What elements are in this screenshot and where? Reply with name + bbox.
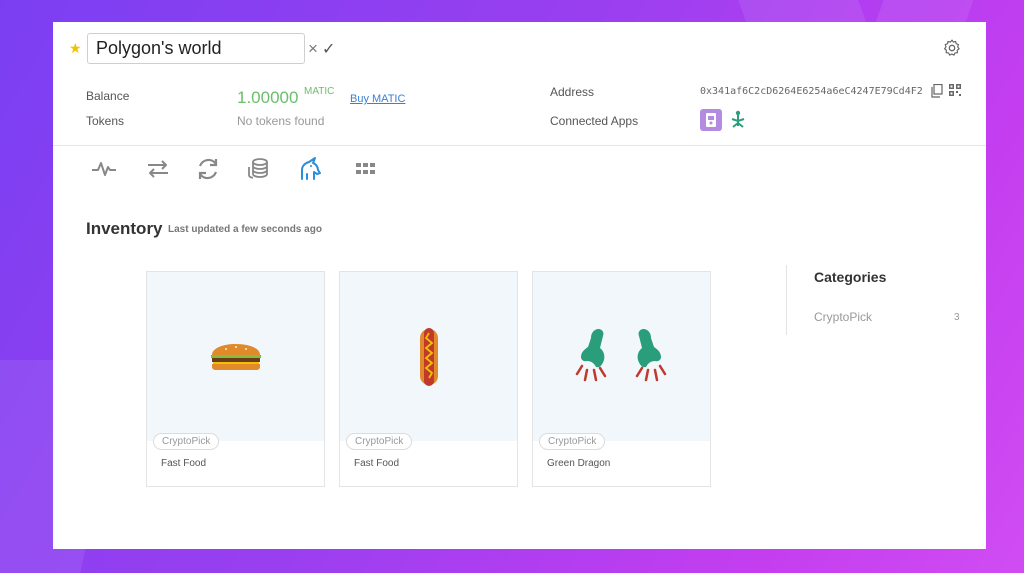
- dragon-claws-icon: [575, 328, 667, 382]
- buy-matic-link[interactable]: Buy MATIC: [350, 93, 405, 105]
- connected-apps-label: Connected Apps: [550, 114, 639, 128]
- category-item-cryptopick[interactable]: CryptoPick: [814, 310, 872, 324]
- section-divider: [53, 145, 986, 146]
- wallet-address: 0x341af6C2cD6264E6254a6eC4247E79Cd4F2: [700, 86, 923, 97]
- inventory-last-updated: Last updated a few seconds ago: [168, 224, 322, 235]
- nft-card[interactable]: CryptoPick Green Dragon: [532, 271, 711, 487]
- connected-app-icon[interactable]: [700, 109, 722, 131]
- confirm-name-button[interactable]: ✓: [322, 39, 335, 59]
- balance-label: Balance: [86, 89, 130, 103]
- apps-grid-icon[interactable]: [352, 155, 380, 183]
- tokens-value: No tokens found: [237, 114, 325, 128]
- nft-image: [533, 272, 710, 441]
- balance-unit: MATIC: [304, 86, 335, 97]
- wallet-header: ★ × ✓: [53, 22, 986, 76]
- hamburger-icon: [211, 344, 261, 370]
- nft-card[interactable]: CryptoPick Fast Food: [146, 271, 325, 487]
- inventory-title: Inventory: [86, 219, 163, 238]
- copy-icon[interactable]: [931, 84, 943, 98]
- categories-divider: [786, 265, 787, 335]
- gear-icon[interactable]: [942, 38, 962, 58]
- transfer-icon[interactable]: [144, 155, 172, 183]
- collection-badge: CryptoPick: [153, 433, 220, 450]
- categories-title: Categories: [814, 269, 887, 285]
- tokens-label: Tokens: [86, 114, 125, 128]
- coins-icon[interactable]: [245, 155, 273, 183]
- nft-title: Fast Food: [161, 458, 207, 469]
- nft-title: Green Dragon: [547, 458, 611, 469]
- nft-image: [340, 272, 517, 441]
- hotdog-icon: [420, 328, 438, 386]
- address-label: Address: [550, 85, 595, 99]
- clear-name-button[interactable]: ×: [308, 39, 318, 59]
- nft-card[interactable]: CryptoPick Fast Food: [339, 271, 518, 487]
- star-icon: ★: [69, 40, 82, 56]
- connected-app-icon[interactable]: [727, 109, 749, 131]
- refresh-icon[interactable]: [194, 155, 222, 183]
- wallet-name-input[interactable]: [87, 33, 305, 64]
- qr-code-icon[interactable]: [949, 84, 961, 96]
- balance-value: 1.00000: [237, 88, 299, 107]
- wallet-panel: ★ × ✓ Balance 1.00000 MATIC Buy MATIC To…: [53, 22, 986, 549]
- nft-image: [147, 272, 324, 441]
- category-count: 3: [954, 312, 960, 323]
- collection-badge: CryptoPick: [346, 433, 413, 450]
- nft-title: Fast Food: [354, 458, 400, 469]
- collection-badge: CryptoPick: [539, 433, 606, 450]
- activity-icon[interactable]: [90, 155, 118, 183]
- unicorn-icon[interactable]: [297, 155, 325, 183]
